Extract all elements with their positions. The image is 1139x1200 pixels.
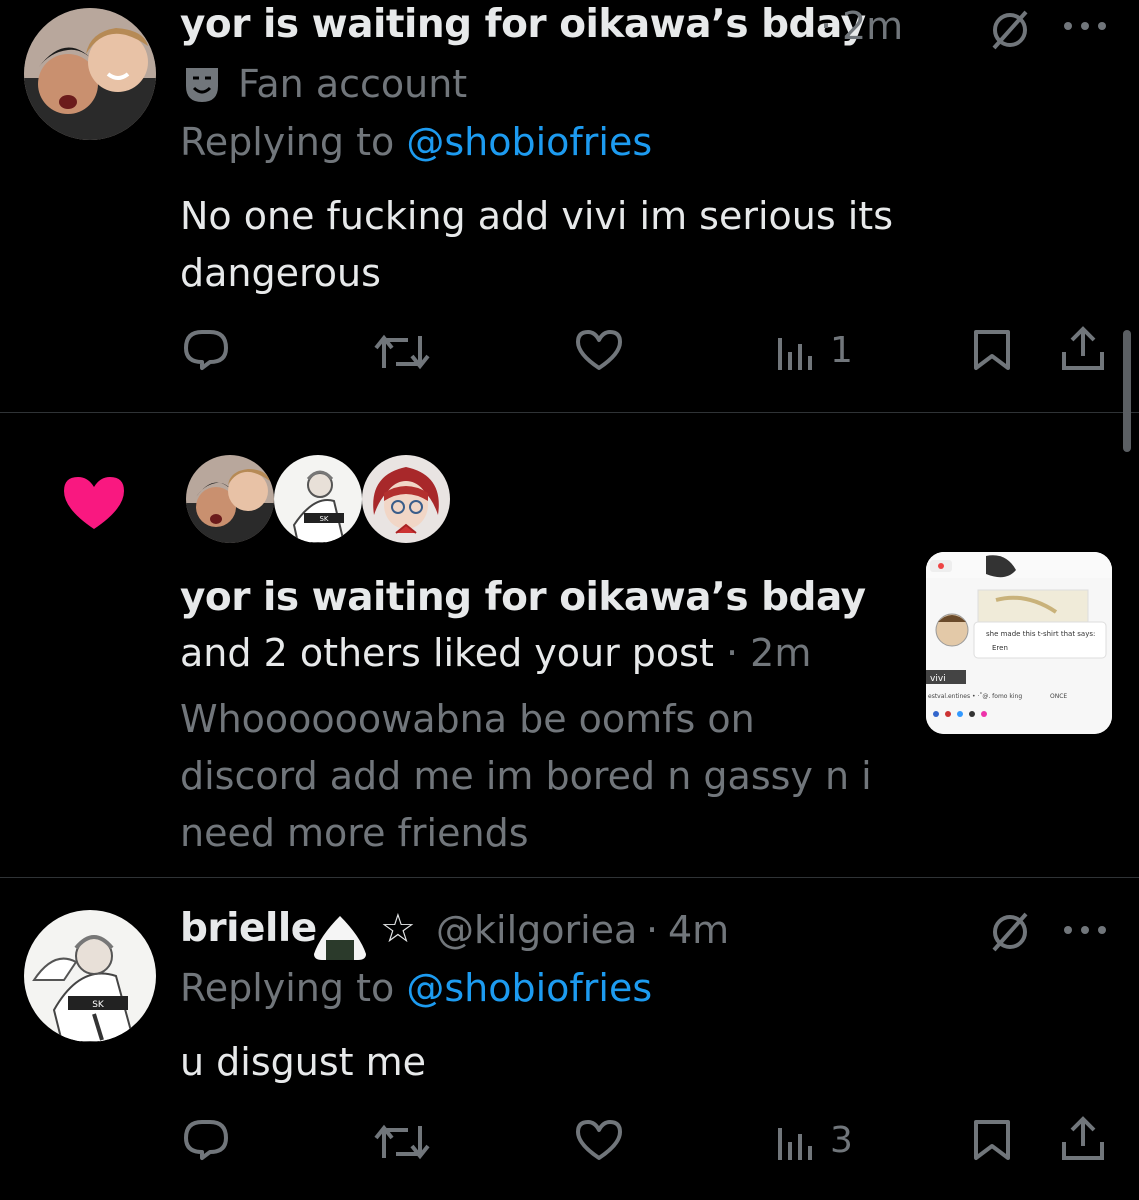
tweet-text-line: No one fucking add vivi im serious its xyxy=(180,194,894,238)
reply-icon[interactable] xyxy=(182,328,230,372)
avatar[interactable] xyxy=(24,8,156,140)
timestamp-sep: · xyxy=(725,631,739,675)
thumb-row: estval.entines • ·˚@. fomo king xyxy=(928,693,1022,700)
liker-avatar[interactable]: SK xyxy=(274,455,362,543)
more-icon[interactable] xyxy=(1062,20,1108,32)
like-notification[interactable]: SK yor is waiting for oikawa’s bday and … xyxy=(0,413,1139,877)
liked-post-text[interactable]: Whoooooowabna be oomfs on discord add me… xyxy=(180,691,872,862)
share-icon[interactable] xyxy=(1060,326,1106,372)
tweet-text: No one fucking add vivi im serious its d… xyxy=(180,188,893,302)
bookmark-icon[interactable] xyxy=(972,328,1012,372)
timestamp-sep: · xyxy=(820,4,833,48)
post-text-line: need more friends xyxy=(180,811,529,855)
post-text-line: Whoooooowabna be oomfs on xyxy=(180,697,755,741)
heart-icon xyxy=(62,475,126,531)
tweet-1[interactable]: yor is waiting for oikawa’s bday · 2m Fa… xyxy=(0,0,1139,412)
views-count: 3 xyxy=(830,1120,853,1161)
retweet-icon[interactable] xyxy=(374,332,430,372)
grok-slash-icon[interactable] xyxy=(988,910,1032,954)
grok-slash-icon[interactable] xyxy=(988,8,1032,52)
views-icon[interactable] xyxy=(776,334,816,370)
like-icon[interactable] xyxy=(574,1118,624,1162)
more-icon[interactable] xyxy=(1062,924,1108,936)
theater-mask-icon xyxy=(182,64,222,104)
liker-avatar[interactable] xyxy=(362,455,450,543)
avatar[interactable]: SK xyxy=(24,910,156,1042)
liker-avatar[interactable] xyxy=(186,455,274,543)
share-icon[interactable] xyxy=(1060,1116,1106,1162)
replying-to: Replying to @shobiofries xyxy=(180,120,652,164)
timestamp-sep: · xyxy=(646,908,659,952)
post-text-line: discord add me im bored n gassy n i xyxy=(180,754,872,798)
bookmark-icon[interactable] xyxy=(972,1118,1012,1162)
views-count: 1 xyxy=(830,330,853,371)
notification-name[interactable]: yor is waiting for oikawa’s bday xyxy=(180,575,866,620)
replying-prefix: Replying to xyxy=(180,966,395,1010)
notification-action: and 2 others liked your post xyxy=(180,631,714,675)
notification-action-line: and 2 others liked your post · 2m xyxy=(180,631,811,675)
tweet-2[interactable]: SK brielle ☆ @kilgoriea · 4m Replying to… xyxy=(0,878,1139,1200)
retweet-icon[interactable] xyxy=(374,1122,430,1162)
replying-to: Replying to @shobiofries xyxy=(180,966,652,1010)
views-icon[interactable] xyxy=(776,1124,816,1160)
tweet-text: u disgust me xyxy=(180,1040,427,1084)
reply-icon[interactable] xyxy=(182,1118,230,1162)
replying-prefix: Replying to xyxy=(180,120,395,164)
timestamp: 2m xyxy=(750,631,812,675)
timestamp[interactable]: 2m xyxy=(842,4,903,48)
thumb-badge: ONCE xyxy=(1050,693,1067,700)
timestamp[interactable]: 4m xyxy=(668,908,729,952)
scrollbar[interactable] xyxy=(1123,330,1131,452)
post-media-thumbnail[interactable]: she made this t-shirt that says: Eren vi… xyxy=(926,552,1112,734)
svg-text:SK: SK xyxy=(92,1000,105,1010)
replying-handle[interactable]: @shobiofries xyxy=(406,120,652,164)
onigiri-icon xyxy=(312,914,368,960)
display-name[interactable]: brielle xyxy=(180,906,317,951)
thumb-caption: she made this t-shirt that says: xyxy=(986,630,1095,638)
thumb-user: vivi xyxy=(930,674,946,684)
like-icon[interactable] xyxy=(574,328,624,372)
handle[interactable]: @kilgoriea xyxy=(436,908,637,952)
star-icon: ☆ xyxy=(380,906,416,952)
display-name[interactable]: yor is waiting for oikawa’s bday xyxy=(180,2,866,47)
thumb-sub: Eren xyxy=(992,644,1008,652)
svg-text:SK: SK xyxy=(319,515,328,523)
replying-handle[interactable]: @shobiofries xyxy=(406,966,652,1010)
label-text: Fan account xyxy=(238,62,468,106)
tweet-text-line: dangerous xyxy=(180,251,381,295)
